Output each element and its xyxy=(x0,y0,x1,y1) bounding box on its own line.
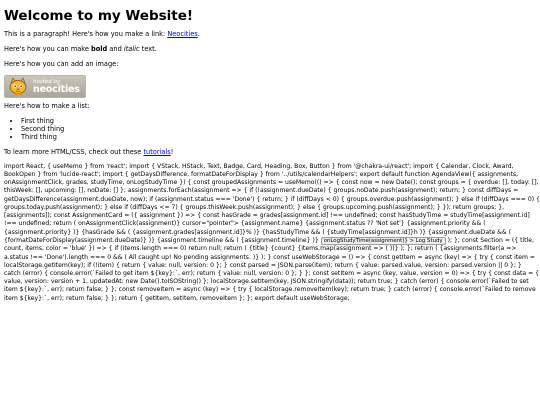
intro-paragraph: This is a paragraph! Here's how you make… xyxy=(4,30,536,38)
code-text-part-2: ); }; const Section = ({ title, count, i… xyxy=(4,236,540,302)
neocities-cat-icon xyxy=(7,77,29,96)
list-item: First thing xyxy=(21,117,536,125)
list-item: Third thing xyxy=(21,133,536,141)
italic-text: italic xyxy=(123,45,140,53)
code-text-part-1: import React, { useMemo } from 'react'; … xyxy=(4,162,540,244)
formatting-text-2: and xyxy=(107,45,124,53)
badge-text: hosted by neocities xyxy=(33,79,80,95)
badge-brand-label: neocities xyxy=(33,83,80,95)
formatting-text-3: text. xyxy=(139,45,157,53)
list-item: Second thing xyxy=(21,125,536,133)
bold-text: bold xyxy=(91,45,108,53)
neocities-link[interactable]: Neocities xyxy=(167,30,197,38)
hosted-by-neocities-badge[interactable]: hosted by neocities xyxy=(4,75,86,98)
tutorials-text: To learn more HTML/CSS, check out these xyxy=(4,147,144,156)
tutorials-link[interactable]: tutorials xyxy=(143,148,170,156)
formatting-paragraph: Here's how you can make bold and italic … xyxy=(4,45,536,53)
log-study-button[interactable]: onLogStudyTime(assignment)} > Log Study xyxy=(320,236,446,246)
tutorials-end: ! xyxy=(170,147,174,156)
raw-code-text: import React, { useMemo } from 'react'; … xyxy=(4,163,540,303)
intro-text: This is a paragraph! Here's how you make… xyxy=(4,30,168,38)
page: Welcome to my Website! This is a paragra… xyxy=(0,8,540,303)
tutorials-paragraph: To learn more HTML/CSS, check out these … xyxy=(4,148,536,156)
example-list: First thing Second thing Third thing xyxy=(4,117,536,141)
image-paragraph: Here's how you can add an image: xyxy=(4,60,119,68)
list-paragraph: Here's how to make a list: xyxy=(4,102,90,110)
intro-end: . xyxy=(197,30,200,38)
formatting-text-1: Here's how you can make xyxy=(4,45,92,53)
page-title: Welcome to my Website! xyxy=(4,8,194,24)
